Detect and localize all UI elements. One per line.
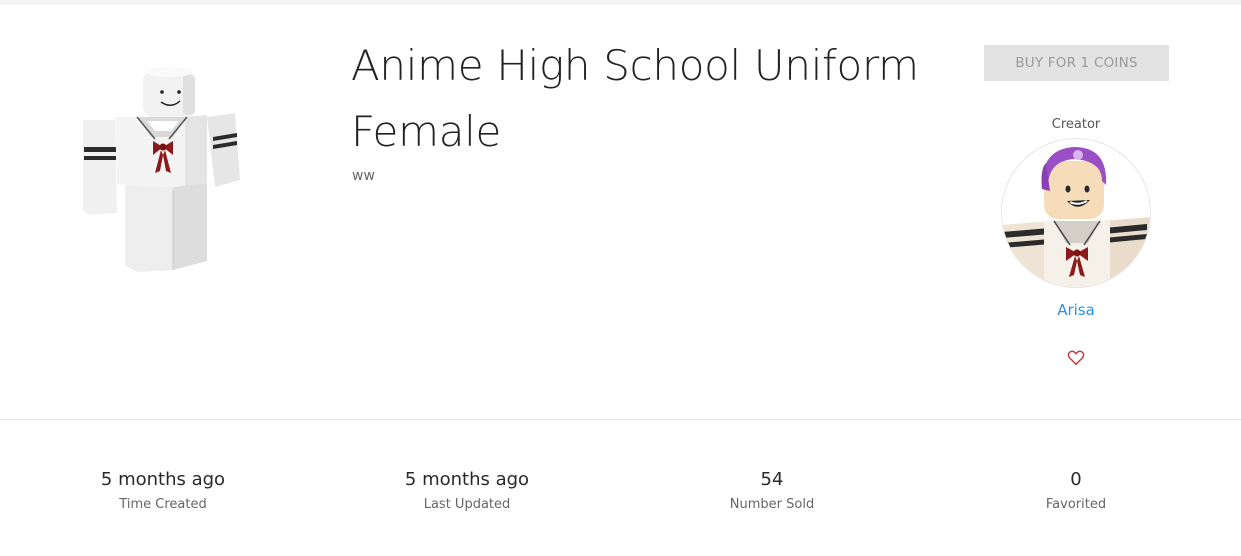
- item-title: Anime High School Uniform Female: [351, 41, 919, 156]
- section-divider: [0, 419, 1241, 420]
- stat-number-sold: 54 Number Sold: [662, 468, 882, 518]
- item-thumbnail: [83, 67, 240, 272]
- creator-label: Creator: [1051, 117, 1101, 132]
- stat-value: 0: [1070, 469, 1082, 490]
- stat-favorited: 0 Favorited: [966, 468, 1186, 518]
- heart-icon[interactable]: [1067, 349, 1085, 366]
- top-strip: [0, 0, 1241, 5]
- buy-button[interactable]: BUY FOR 1 COINS: [984, 45, 1169, 81]
- item-page: Anime High School Uniform Female ww BUY …: [0, 0, 1241, 556]
- stat-label: Last Updated: [423, 497, 511, 512]
- creator-avatar[interactable]: [1001, 138, 1151, 288]
- stat-last-updated: 5 months ago Last Updated: [357, 468, 577, 518]
- stat-value: 5 months ago: [404, 469, 530, 490]
- stat-label: Favorited: [1045, 497, 1107, 512]
- stat-value: 54: [760, 469, 784, 490]
- creator-name-link[interactable]: Arisa: [1001, 301, 1151, 319]
- creator-avatar-image: [1002, 147, 1150, 287]
- stat-label: Time Created: [119, 497, 207, 512]
- stat-value: 5 months ago: [100, 469, 226, 490]
- stat-time-created: 5 months ago Time Created: [53, 468, 273, 518]
- item-description: ww: [352, 168, 375, 184]
- stat-label: Number Sold: [729, 497, 815, 512]
